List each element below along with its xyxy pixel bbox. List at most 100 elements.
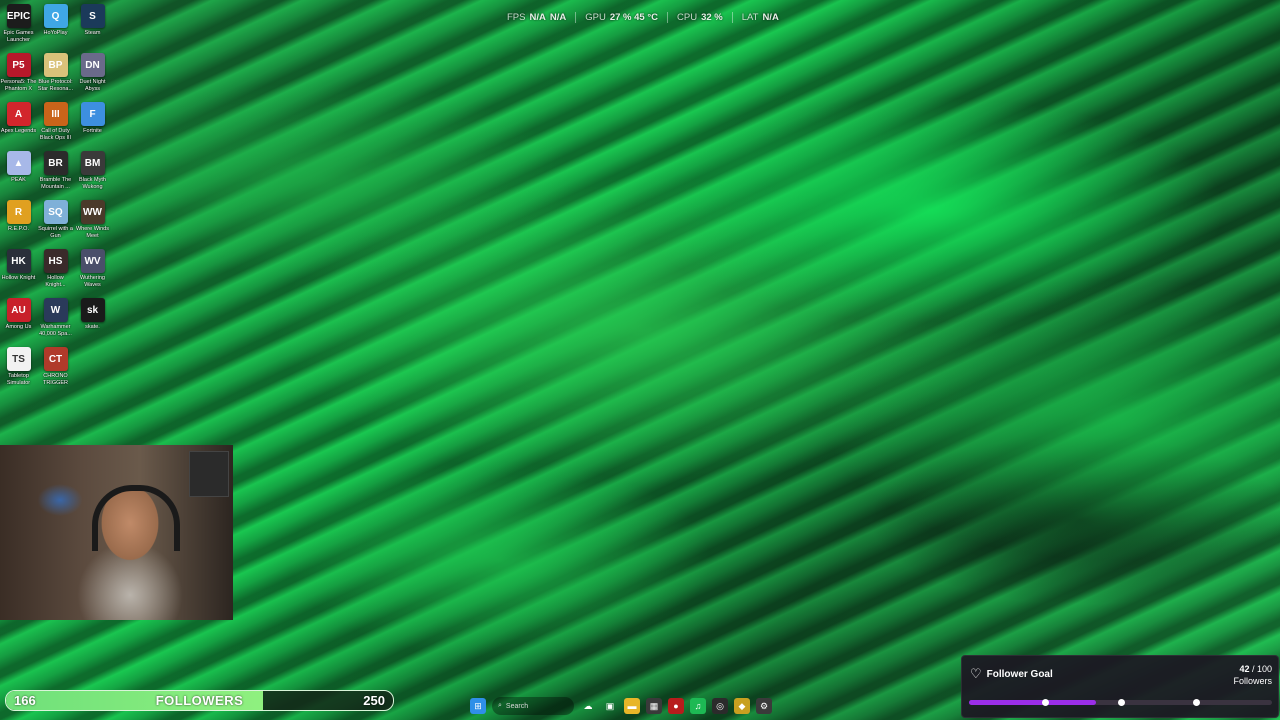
desktop-shortcut[interactable]: DN Duet Night Abyss bbox=[74, 51, 111, 100]
peak-icon: ▲ bbox=[6, 151, 31, 175]
desktop-shortcut[interactable]: BR Bramble The Mountain ... bbox=[37, 149, 74, 198]
desktop-shortcut-label: Call of Duty Black Ops III bbox=[39, 128, 72, 141]
taskbar-search-box[interactable]: ⌕ Search bbox=[492, 697, 574, 715]
desktop-shortcut-label: Apex Legends bbox=[0, 128, 37, 134]
desktop-shortcut[interactable]: HK Hollow Knight bbox=[0, 247, 37, 296]
steam-taskbar-icon[interactable]: ⚙ bbox=[756, 698, 772, 714]
squirrel-with-a-gun-icon: SQ bbox=[43, 200, 68, 224]
windows-start-icon[interactable]: ⊞ bbox=[470, 698, 486, 714]
store-icon[interactable]: ▦ bbox=[646, 698, 662, 714]
desktop-shortcut-label: HoYoPlay bbox=[43, 30, 68, 36]
app-icon-yellow[interactable]: ◆ bbox=[734, 698, 750, 714]
wall-poster bbox=[189, 451, 229, 497]
task-view-icon[interactable]: ▣ bbox=[602, 698, 618, 714]
follower-goal-fill bbox=[969, 700, 1097, 705]
desktop-shortcut[interactable]: Q HoYoPlay bbox=[37, 2, 74, 51]
headset-shape bbox=[92, 485, 180, 551]
follower-goal-track bbox=[969, 699, 1272, 706]
gpu-readout: GPU 27 % 45 °C bbox=[575, 12, 667, 23]
goal-milestone-marker bbox=[1117, 699, 1125, 706]
desktop-shortcut-label: Persona5: The Phantom X bbox=[0, 79, 37, 92]
desktop-shortcut[interactable]: BM Black Myth Wukong bbox=[74, 149, 111, 198]
desktop-shortcut[interactable]: ▲ PEAK bbox=[0, 149, 37, 198]
goal-target: 100 bbox=[1256, 664, 1272, 674]
desktop-shortcut-label: Where Winds Meet bbox=[75, 226, 109, 239]
repo-icon: R bbox=[6, 200, 31, 224]
hoyoplay-icon: Q bbox=[43, 4, 68, 28]
among-us-icon: AU bbox=[6, 298, 31, 322]
latency-readout: LAT N/A bbox=[731, 12, 788, 23]
fps-readout: FPS N/A N/A bbox=[507, 12, 567, 23]
desktop-shortcut[interactable]: S Steam bbox=[74, 2, 111, 51]
obs-icon[interactable]: ◎ bbox=[712, 698, 728, 714]
desktop-shortcut-label: Epic Games Launcher bbox=[3, 30, 34, 43]
call-of-duty-icon: III bbox=[43, 102, 68, 126]
follower-goal-count: 42 / 100 Followers bbox=[1233, 664, 1272, 686]
spotify-icon[interactable]: ♫ bbox=[690, 698, 706, 714]
desktop-shortcut[interactable]: CT CHRONO TRIGGER bbox=[37, 345, 74, 394]
desktop-shortcut[interactable]: TS Tabletop Simulator bbox=[0, 345, 37, 394]
steam-icon: S bbox=[80, 4, 105, 28]
follower-progress-bar: 166 FOLLOWERS 250 bbox=[5, 690, 394, 711]
desktop-shortcut[interactable]: R R.E.P.O. bbox=[0, 198, 37, 247]
search-icon: ⌕ bbox=[498, 702, 502, 709]
hollow-knight-silksong-icon: HS bbox=[43, 249, 68, 273]
desktop-shortcut[interactable]: HS Hollow Knight... bbox=[37, 247, 74, 296]
desktop-shortcut[interactable]: EPIC Epic Games Launcher bbox=[0, 2, 37, 51]
performance-overlay: FPS N/A N/A GPU 27 % 45 °C CPU 32 % LAT … bbox=[507, 12, 788, 23]
record-icon[interactable]: ● bbox=[668, 698, 684, 714]
black-myth-wukong-icon: BM bbox=[80, 151, 105, 175]
goal-milestone-marker bbox=[1041, 699, 1049, 706]
goal-current: 42 bbox=[1239, 664, 1250, 674]
follower-goal-widget: ♡ Follower Goal 42 / 100 Followers bbox=[961, 655, 1279, 718]
epic-games-launcher-icon: EPIC bbox=[6, 4, 31, 28]
desktop-shortcut[interactable]: III Call of Duty Black Ops III bbox=[37, 100, 74, 149]
desktop-shortcut[interactable]: SQ Squirrel with a Gun bbox=[37, 198, 74, 247]
hollow-knight-icon: HK bbox=[6, 249, 31, 273]
desktop-shortcut-label: Hollow Knight... bbox=[45, 275, 66, 288]
webcam-overlay bbox=[0, 445, 233, 620]
goal-unit: Followers bbox=[1233, 676, 1272, 686]
follower-current-count: 166 bbox=[14, 693, 36, 708]
desktop-shortcut-label: Hollow Knight bbox=[1, 275, 36, 281]
desktop-shortcut[interactable]: sk skate. bbox=[74, 296, 111, 345]
duet-night-abyss-icon: DN bbox=[80, 53, 105, 77]
desktop-icon-grid: EPIC Epic Games Launcher Q HoYoPlay S Steam P5… bbox=[0, 2, 112, 394]
apex-legends-icon: A bbox=[6, 102, 31, 126]
follower-target-count: 250 bbox=[363, 693, 385, 708]
desktop-shortcut-label: Warhammer 40,000 Spa... bbox=[39, 324, 72, 337]
heart-hand-icon: ♡ bbox=[970, 666, 982, 681]
bramble-icon: BR bbox=[43, 151, 68, 175]
tabletop-simulator-icon: TS bbox=[6, 347, 31, 371]
desktop-shortcut[interactable]: W Warhammer 40,000 Spa... bbox=[37, 296, 74, 345]
desktop-shortcut-label: Bramble The Mountain ... bbox=[39, 177, 72, 190]
desktop-shortcut-label: PEAK bbox=[11, 177, 26, 183]
weather-icon[interactable]: ☁ bbox=[580, 698, 596, 714]
desktop-shortcut-label: Black Myth Wukong bbox=[79, 177, 106, 190]
desktop-shortcut-label: Wuthering Waves bbox=[80, 275, 105, 288]
desktop-shortcut[interactable]: P5 Persona5: The Phantom X bbox=[0, 51, 37, 100]
desktop-shortcut[interactable]: WV Wuthering Waves bbox=[74, 247, 111, 296]
desktop-shortcut-label: Tabletop Simulator bbox=[6, 373, 31, 386]
fortnite-icon: F bbox=[80, 102, 105, 126]
desktop-shortcut[interactable]: BP Blue Protocol: Star Resona... bbox=[37, 51, 74, 100]
desktop-shortcut-label: R.E.P.O. bbox=[8, 226, 29, 232]
desktop-shortcut[interactable]: A Apex Legends bbox=[0, 100, 37, 149]
desktop-shortcut-label: CHRONO TRIGGER bbox=[42, 373, 69, 386]
desktop-shortcut[interactable]: AU Among Us bbox=[0, 296, 37, 345]
desktop-shortcut-label: skate. bbox=[85, 324, 100, 330]
taskbar: ⊞ ⌕ Search ☁ ▣ ▬ ▦ ● ♫ ◎ ◆ ⚙ bbox=[470, 694, 800, 718]
follower-goal-title: Follower Goal bbox=[986, 668, 1053, 680]
follower-label: FOLLOWERS bbox=[155, 693, 244, 708]
file-explorer-icon[interactable]: ▬ bbox=[624, 698, 640, 714]
desktop-shortcut[interactable]: WW Where Winds Meet bbox=[74, 198, 111, 247]
skate-icon: sk bbox=[80, 298, 105, 322]
desktop-shortcut[interactable]: F Fortnite bbox=[74, 100, 111, 149]
where-winds-meet-icon: WW bbox=[80, 200, 105, 224]
desktop-shortcut-label: Blue Protocol: Star Resona... bbox=[37, 79, 74, 92]
desktop-shortcut-label: Squirrel with a Gun bbox=[38, 226, 73, 239]
chrono-trigger-icon: CT bbox=[43, 347, 68, 371]
desktop-shortcut-label: Among Us bbox=[5, 324, 32, 330]
desktop-shortcut-label: Duet Night Abyss bbox=[79, 79, 106, 92]
warhammer-icon: W bbox=[43, 298, 68, 322]
